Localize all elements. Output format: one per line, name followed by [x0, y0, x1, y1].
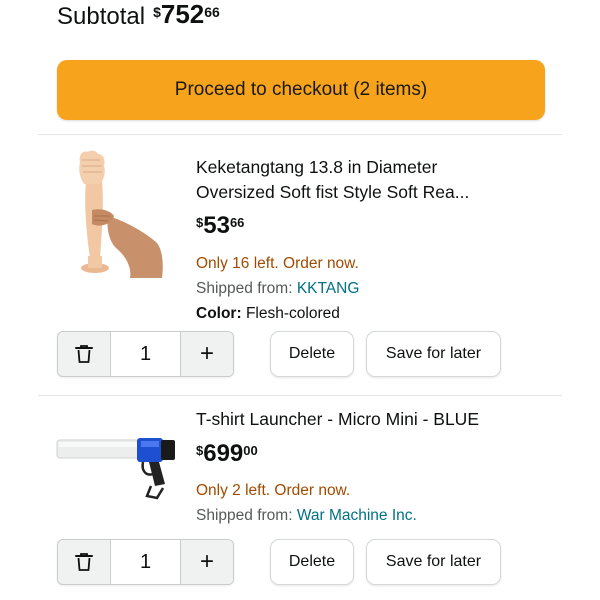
- trash-icon: [75, 345, 93, 363]
- shipped-from-label: Shipped from:: [196, 280, 293, 297]
- price-whole: 53: [203, 212, 230, 239]
- plus-icon: +: [199, 340, 214, 367]
- item-title-line: Keketangtang 13.8 in Diameter: [196, 157, 438, 177]
- price-whole: 699: [203, 440, 244, 467]
- trash-button[interactable]: [58, 332, 111, 376]
- trash-button[interactable]: [58, 540, 111, 584]
- proceed-to-checkout-button[interactable]: Proceed to checkout (2 items): [57, 60, 545, 120]
- save-for-later-button[interactable]: Save for later: [366, 331, 501, 377]
- item-title-line: T-shirt Launcher - Micro Mini - BLUE: [196, 409, 479, 429]
- subtotal-fraction: 66: [204, 4, 220, 20]
- product-image-t-shirt-launcher[interactable]: [55, 432, 183, 502]
- shipped-from: Shipped from: KKTANG: [196, 280, 359, 298]
- delete-button[interactable]: Delete: [270, 539, 354, 585]
- trash-icon: [75, 553, 93, 571]
- divider: [38, 134, 562, 135]
- shipped-from-label: Shipped from:: [196, 507, 293, 524]
- plus-icon: +: [199, 548, 214, 575]
- flesh-colored-fist-toy-image: [79, 150, 163, 278]
- quantity-value[interactable]: 1: [111, 332, 180, 376]
- item-title-line: Oversized Soft fist Style Soft Rea...: [196, 182, 470, 202]
- item-color: Color: Flesh-colored: [196, 305, 340, 323]
- subtotal-currency: $: [153, 4, 161, 20]
- quantity-stepper: 1 +: [57, 539, 234, 585]
- quantity-value[interactable]: 1: [111, 540, 180, 584]
- shipped-from: Shipped from: War Machine Inc.: [196, 507, 417, 525]
- product-image-fist-toy[interactable]: [70, 150, 170, 285]
- increase-quantity-button[interactable]: +: [180, 332, 233, 376]
- stock-status: Only 16 left. Order now.: [196, 255, 359, 272]
- subtotal: Subtotal $ 752 66: [57, 0, 220, 31]
- cart-page: Subtotal $ 752 66 Proceed to checkout (2…: [0, 0, 600, 600]
- seller-link[interactable]: War Machine Inc.: [297, 507, 417, 524]
- item-title[interactable]: Keketangtang 13.8 in Diameter Oversized …: [196, 155, 536, 205]
- seller-link[interactable]: KKTANG: [297, 280, 360, 297]
- t-shirt-launcher-image: [56, 438, 175, 500]
- subtotal-price: $ 752 66: [153, 0, 220, 28]
- stock-status: Only 2 left. Order now.: [196, 482, 351, 499]
- color-value: Flesh-colored: [245, 305, 340, 322]
- price-fraction: 66: [229, 215, 245, 230]
- quantity-stepper: 1 +: [57, 331, 234, 377]
- save-for-later-button[interactable]: Save for later: [366, 539, 501, 585]
- color-label: Color:: [196, 305, 242, 322]
- item-price: $ 699 00: [196, 440, 258, 468]
- price-fraction: 00: [243, 443, 258, 458]
- item-price: $ 53 66: [196, 212, 244, 240]
- divider: [38, 395, 562, 396]
- subtotal-label: Subtotal: [57, 3, 146, 30]
- price-currency: $: [196, 215, 204, 230]
- item-title[interactable]: T-shirt Launcher - Micro Mini - BLUE: [196, 407, 536, 432]
- subtotal-whole: 752: [160, 0, 205, 29]
- delete-button[interactable]: Delete: [270, 331, 354, 377]
- price-currency: $: [196, 443, 204, 458]
- increase-quantity-button[interactable]: +: [180, 540, 233, 584]
